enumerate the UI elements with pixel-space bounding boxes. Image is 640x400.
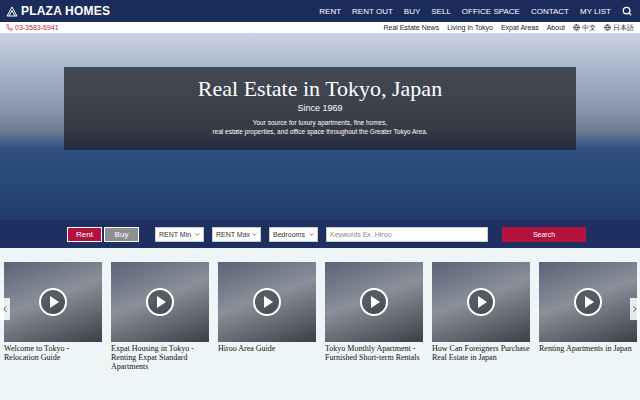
mode-button[interactable]: Buy xyxy=(104,227,139,242)
chevron-left-icon xyxy=(0,304,10,314)
play-icon[interactable] xyxy=(359,287,389,317)
play-icon[interactable] xyxy=(466,287,496,317)
video-thumbnail[interactable] xyxy=(111,262,209,342)
video-title[interactable]: Tokyo Monthly Apartment - Furnished Shor… xyxy=(325,344,423,362)
hero-tagline: Your source for luxury apartments, fine … xyxy=(212,119,427,136)
search-bar: RentBuy RENT Min RENT Max Bedrooms Search xyxy=(0,220,640,248)
chevron-down-icon xyxy=(251,231,258,238)
chevron-down-icon xyxy=(308,231,315,238)
video-thumbnail[interactable] xyxy=(218,262,316,342)
play-icon[interactable] xyxy=(38,287,68,317)
chevron-right-icon xyxy=(630,304,640,314)
select[interactable]: RENT Min xyxy=(155,227,204,242)
top-link[interactable]: About xyxy=(547,24,565,31)
play-icon[interactable] xyxy=(573,287,603,317)
nav-item[interactable]: OFFICE SPACE xyxy=(462,7,520,16)
video-card[interactable]: Expat Housing in Tokyo - Renting Expat S… xyxy=(111,262,209,372)
top-link[interactable]: Expat Areas xyxy=(501,24,539,31)
video-thumbnail[interactable] xyxy=(539,262,637,342)
search-icon[interactable] xyxy=(622,6,632,16)
video-card[interactable]: How Can Foreigners Purchase Real Estate … xyxy=(432,262,530,372)
globe-icon xyxy=(573,24,580,31)
video-title[interactable]: Welcome to Tokyo - Relocation Guide xyxy=(4,344,102,362)
hero-since: Since 1969 xyxy=(297,103,342,113)
globe-icon xyxy=(604,24,611,31)
language-link[interactable]: 日本語 xyxy=(604,23,634,33)
video-card[interactable]: Welcome to Tokyo - Relocation Guide xyxy=(4,262,102,372)
play-icon[interactable] xyxy=(145,287,175,317)
nav-list: RENT RENT OUT BUY SELL OFFICE SPACE CONTACT MY… xyxy=(319,6,632,16)
nav-item[interactable]: MY LIST xyxy=(580,7,611,16)
select[interactable]: RENT Max xyxy=(212,227,261,242)
video-strip: Welcome to Tokyo - Relocation Guide Expat… xyxy=(0,248,640,400)
keyword-input[interactable] xyxy=(326,227,488,242)
nav-item[interactable]: SELL xyxy=(431,7,451,16)
nav-item[interactable]: BUY xyxy=(404,7,420,16)
nav-item[interactable]: CONTACT xyxy=(531,7,569,16)
nav-bar: PLAZA HOMES RENT RENT OUT BUY SELL OFFICE SPA… xyxy=(0,0,640,22)
video-title[interactable]: Renting Apartments in Japan xyxy=(539,344,637,353)
prev-button[interactable] xyxy=(0,298,10,320)
chevron-down-icon xyxy=(194,231,201,238)
top-link[interactable]: Living in Tokyo xyxy=(447,24,493,31)
video-thumbnail[interactable] xyxy=(432,262,530,342)
video-title[interactable]: Hiroo Area Guide xyxy=(218,344,316,353)
play-icon[interactable] xyxy=(252,287,282,317)
video-card[interactable]: Hiroo Area Guide xyxy=(218,262,316,372)
nav-item[interactable]: RENT OUT xyxy=(352,7,393,16)
next-button[interactable] xyxy=(630,298,640,320)
logo-icon xyxy=(6,5,18,17)
page: PLAZA HOMES RENT RENT OUT BUY SELL OFFICE SPA… xyxy=(0,0,640,400)
video-row: Welcome to Tokyo - Relocation Guide Expat… xyxy=(4,262,640,372)
hero: Real Estate in Tokyo, Japan Since 1969 You… xyxy=(0,33,640,220)
video-card[interactable]: Tokyo Monthly Apartment - Furnished Shor… xyxy=(325,262,423,372)
phone-link[interactable]: 03-3583-6941 xyxy=(6,24,59,31)
language-link[interactable]: 中文 xyxy=(573,23,596,33)
search-button[interactable]: Search xyxy=(502,227,586,242)
select[interactable]: Bedrooms xyxy=(269,227,318,242)
top-bar: 03-3583-6941 Real Estate News Living in To… xyxy=(0,22,640,33)
top-links: Real Estate News Living in Tokyo Expat Are… xyxy=(384,23,634,33)
video-card[interactable]: Renting Apartments in Japan xyxy=(539,262,637,372)
logo[interactable]: PLAZA HOMES xyxy=(6,4,110,18)
nav-item[interactable]: RENT xyxy=(319,7,341,16)
phone-icon xyxy=(6,24,13,31)
video-title[interactable]: Expat Housing in Tokyo - Renting Expat S… xyxy=(111,344,209,372)
video-title[interactable]: How Can Foreigners Purchase Real Estate … xyxy=(432,344,530,362)
hero-box: Real Estate in Tokyo, Japan Since 1969 You… xyxy=(64,67,576,150)
video-thumbnail[interactable] xyxy=(325,262,423,342)
video-thumbnail[interactable] xyxy=(4,262,102,342)
mode-button[interactable]: Rent xyxy=(67,227,102,242)
hero-title: Real Estate in Tokyo, Japan xyxy=(198,77,442,101)
top-link[interactable]: Real Estate News xyxy=(384,24,440,31)
